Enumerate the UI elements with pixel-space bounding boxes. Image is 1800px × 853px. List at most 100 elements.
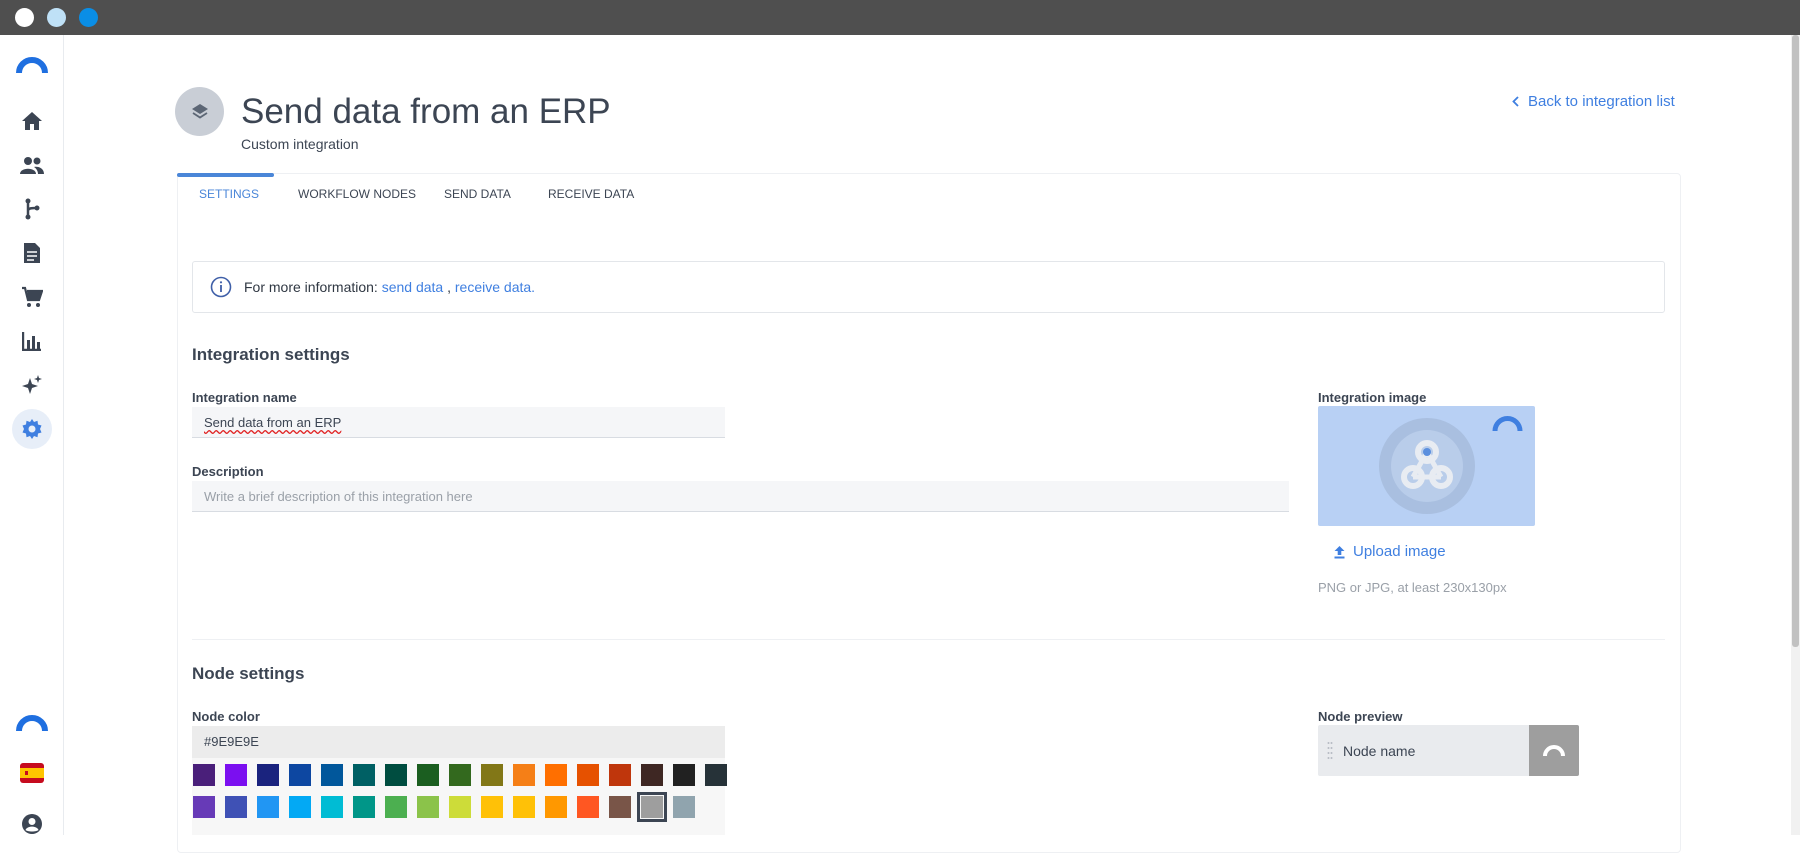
back-link-label: Back to integration list (1528, 93, 1675, 110)
color-swatch[interactable] (609, 796, 631, 818)
color-swatch[interactable] (321, 796, 343, 818)
color-swatch[interactable] (289, 796, 311, 818)
sidebar-item-settings[interactable] (12, 409, 52, 449)
gear-icon (22, 419, 42, 439)
tab-send-data[interactable]: SEND DATA (444, 187, 511, 201)
color-swatch[interactable] (577, 764, 599, 786)
tab-settings[interactable]: SETTINGS (199, 187, 259, 201)
integration-name-label: Integration name (192, 390, 297, 405)
node-preview-name: Node name (1343, 742, 1416, 759)
color-swatch[interactable] (481, 764, 503, 786)
color-swatch[interactable] (417, 764, 439, 786)
color-swatch[interactable] (673, 796, 695, 818)
sidebar-item-shop[interactable] (12, 277, 52, 317)
color-swatch[interactable] (353, 796, 375, 818)
color-swatch[interactable] (637, 792, 667, 822)
sparkle-icon (22, 375, 42, 394)
sidebar-item-workflows[interactable] (12, 189, 52, 229)
sidebar-item-home[interactable] (12, 101, 52, 141)
back-to-list-link[interactable]: Back to integration list (1512, 93, 1675, 110)
color-swatch[interactable] (545, 796, 567, 818)
scrollbar-thumb[interactable] (1792, 35, 1799, 647)
page-subtitle: Custom integration (241, 136, 359, 152)
color-swatch[interactable] (641, 764, 663, 786)
color-swatch[interactable] (609, 764, 631, 786)
layers-icon (191, 103, 208, 119)
node-color-input[interactable]: #9E9E9E (192, 726, 725, 758)
node-preview-label: Node preview (1318, 709, 1403, 724)
sidebar-logo[interactable] (12, 45, 52, 85)
sidebar-item-contacts[interactable] (12, 145, 52, 185)
integration-settings-title: Integration settings (192, 345, 350, 364)
node-color-label: Node color (192, 709, 260, 724)
upload-image-label: Upload image (1353, 543, 1446, 560)
color-swatch[interactable] (385, 796, 407, 818)
description-input[interactable] (192, 481, 1289, 512)
integration-image-preview[interactable] (1318, 406, 1535, 526)
document-icon (24, 243, 40, 263)
chevron-left-icon (1512, 96, 1519, 107)
sidebar-bottom-logo[interactable] (12, 703, 52, 743)
color-swatch[interactable] (513, 796, 535, 818)
color-swatch[interactable] (673, 764, 695, 786)
account-icon (22, 814, 42, 834)
upload-icon (1334, 545, 1345, 558)
webhook-icon (1379, 418, 1475, 514)
color-swatch[interactable] (449, 764, 471, 786)
color-swatch[interactable] (417, 796, 439, 818)
color-swatch[interactable] (193, 796, 215, 818)
tab-workflow-nodes[interactable]: WORKFLOW NODES (298, 187, 416, 201)
sidebar-item-ai[interactable] (12, 365, 52, 405)
spain-flag-icon (20, 763, 44, 783)
page-scrollbar[interactable] (1791, 35, 1800, 835)
window-close-dot[interactable] (15, 8, 34, 27)
node-preview: Node name (1318, 725, 1579, 776)
info-text: For more information: send data , receiv… (244, 279, 535, 295)
sidebar-language[interactable] (12, 753, 52, 793)
node-color-block (1529, 725, 1579, 776)
color-swatch[interactable] (577, 796, 599, 818)
color-swatch[interactable] (545, 764, 567, 786)
color-swatch[interactable] (385, 764, 407, 786)
color-swatch[interactable] (513, 764, 535, 786)
send-data-link[interactable]: send data (382, 279, 444, 295)
logo-icon (1492, 416, 1523, 432)
color-swatch[interactable] (353, 764, 375, 786)
upload-image-button[interactable]: Upload image (1333, 543, 1446, 560)
receive-data-link[interactable]: receive data. (455, 279, 535, 295)
color-swatch[interactable] (225, 796, 247, 818)
sidebar-item-analytics[interactable] (12, 321, 52, 361)
color-swatch[interactable] (705, 764, 727, 786)
window-maximize-dot[interactable] (79, 8, 98, 27)
window-minimize-dot[interactable] (47, 8, 66, 27)
chart-icon (22, 332, 41, 351)
color-swatch[interactable] (481, 796, 503, 818)
integration-type-icon (175, 87, 224, 136)
node-settings-title: Node settings (192, 664, 305, 683)
sidebar-account[interactable] (12, 804, 52, 844)
color-swatch[interactable] (193, 764, 215, 786)
info-prefix: For more information: (244, 279, 378, 295)
drag-handle-icon (1327, 742, 1333, 759)
upload-hint: PNG or JPG, at least 230x130px (1318, 580, 1507, 595)
color-swatch[interactable] (257, 764, 279, 786)
logo-icon (1543, 744, 1565, 756)
page-title: Send data from an ERP (241, 92, 611, 131)
color-swatch[interactable] (225, 764, 247, 786)
color-swatch[interactable] (257, 796, 279, 818)
info-icon (210, 276, 232, 298)
home-icon (22, 112, 42, 130)
description-label: Description (192, 464, 264, 479)
color-swatch[interactable] (321, 764, 343, 786)
sidebar (0, 35, 64, 835)
integration-name-value: Send data from an ERP (204, 415, 342, 430)
sidebar-item-documents[interactable] (12, 233, 52, 273)
window-titlebar (0, 0, 1800, 35)
tab-receive-data[interactable]: RECEIVE DATA (548, 187, 634, 201)
integration-name-input[interactable]: Send data from an ERP (192, 407, 725, 438)
color-swatch[interactable] (449, 796, 471, 818)
color-swatch[interactable] (289, 764, 311, 786)
logo-icon (16, 57, 48, 74)
cart-icon (22, 286, 43, 307)
workflow-icon (25, 198, 40, 220)
